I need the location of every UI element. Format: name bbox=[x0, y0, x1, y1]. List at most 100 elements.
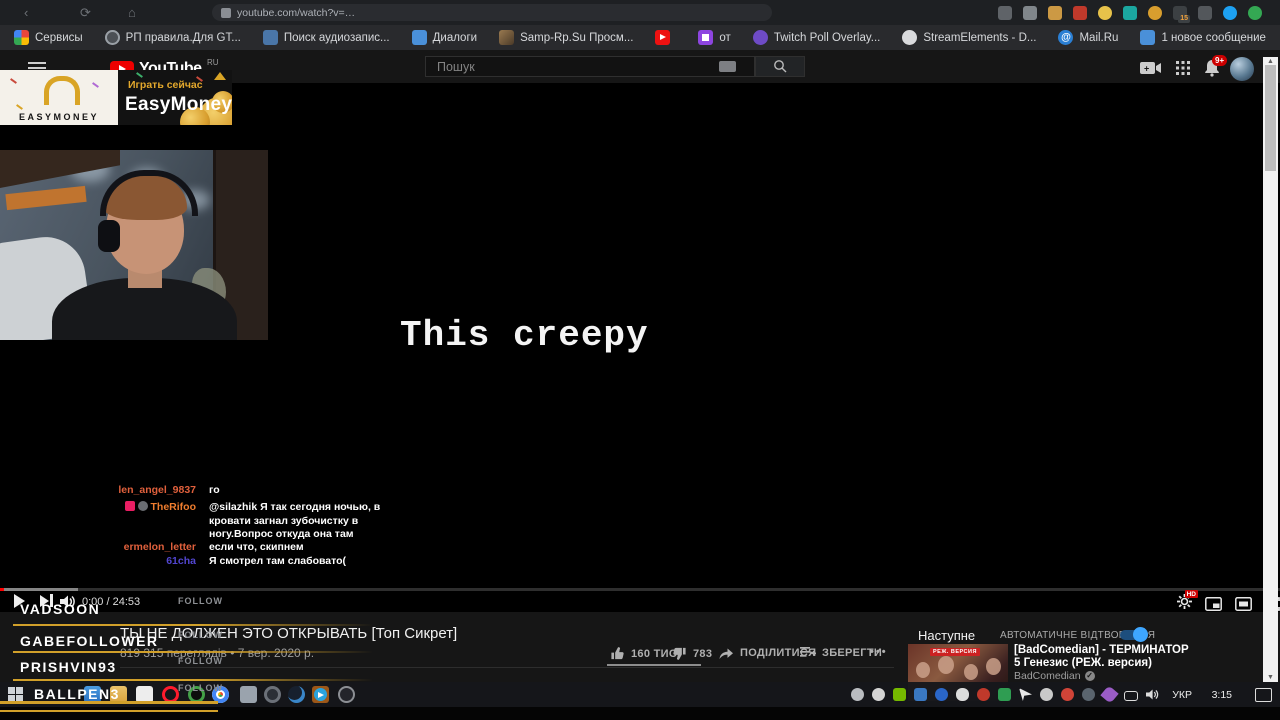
progress-bar[interactable] bbox=[0, 588, 1280, 591]
progress-buffered bbox=[0, 588, 78, 591]
reload-icon[interactable]: ⟳ bbox=[80, 0, 91, 25]
gold-line bbox=[0, 710, 218, 712]
card-app-icon[interactable] bbox=[240, 686, 257, 703]
avatar[interactable] bbox=[1230, 57, 1254, 81]
notification-badge: 9+ bbox=[1212, 55, 1228, 66]
search-button[interactable] bbox=[755, 56, 805, 77]
scrollbar[interactable]: ▲ ▼ bbox=[1263, 57, 1278, 682]
bookmark-item-rp-rules[interactable]: РП правила.Для GT... bbox=[104, 30, 241, 45]
dislike-button[interactable]: 783 bbox=[672, 646, 712, 661]
extension-icon-badge[interactable]: 15 bbox=[1173, 6, 1190, 23]
headphones-tray-icon[interactable] bbox=[851, 688, 864, 701]
crown-icon bbox=[214, 72, 226, 80]
extension-icon[interactable] bbox=[1023, 6, 1037, 20]
search-input[interactable] bbox=[435, 58, 719, 75]
extension-icon[interactable] bbox=[998, 6, 1012, 20]
chat-username[interactable]: TheRifoo bbox=[151, 501, 197, 513]
bookmark-item-services[interactable]: Сервисы bbox=[14, 30, 83, 45]
search-icon bbox=[773, 60, 786, 73]
bookmark-item-youtube[interactable] bbox=[655, 30, 676, 45]
bookmark-item-new-message[interactable]: 1 новое сообщение bbox=[1140, 30, 1266, 45]
settings-button[interactable]: HD bbox=[1177, 590, 1198, 614]
scrollbar-thumb[interactable] bbox=[1265, 65, 1276, 171]
ad-banner[interactable]: EASYMONEY Играть сейчас EasyMoney bbox=[0, 70, 232, 125]
extension-icon[interactable] bbox=[1123, 6, 1137, 20]
bookmark-item-dialogs[interactable]: Диалоги bbox=[411, 30, 477, 45]
ad-banner-right: Играть сейчас EasyMoney bbox=[118, 70, 232, 125]
red-tray-icon[interactable] bbox=[1061, 688, 1074, 701]
green-tray-icon[interactable] bbox=[998, 688, 1011, 701]
url-text[interactable]: youtube.com/watch?v=… bbox=[237, 7, 355, 19]
extension-icon[interactable] bbox=[1098, 6, 1112, 20]
camera-tray-icon[interactable] bbox=[1040, 688, 1053, 701]
sub-badge-icon bbox=[124, 501, 135, 511]
bookmark-item-streamelements[interactable]: StreamElements - D... bbox=[902, 30, 1036, 45]
start-button[interactable] bbox=[8, 687, 23, 702]
xbox-icon[interactable] bbox=[872, 688, 885, 701]
streamelements-icon bbox=[902, 30, 918, 45]
search-box[interactable] bbox=[425, 56, 755, 77]
extension-icon[interactable] bbox=[1148, 6, 1162, 20]
record-icon[interactable] bbox=[977, 688, 990, 701]
follow-label: FOLLOW bbox=[178, 630, 223, 640]
autoplay-toggle[interactable] bbox=[1120, 627, 1148, 642]
steam-icon[interactable] bbox=[288, 686, 305, 703]
nvidia-icon[interactable] bbox=[893, 688, 906, 701]
cursor-icon[interactable] bbox=[1019, 688, 1032, 701]
follower-name: BALLPEN3 bbox=[34, 686, 120, 702]
chat-username[interactable]: ermelon_letter bbox=[0, 541, 196, 555]
bookmark-item-ot[interactable]: от bbox=[698, 30, 731, 45]
chat-username[interactable]: len_angel_9837 bbox=[0, 484, 196, 498]
ad-cta[interactable]: Играть сейчас bbox=[128, 79, 203, 91]
svg-text:+: + bbox=[1144, 64, 1149, 74]
circle-tray-icon[interactable] bbox=[935, 688, 948, 701]
back-icon[interactable]: ‹ bbox=[24, 0, 28, 25]
scroll-down-icon[interactable]: ▼ bbox=[1263, 674, 1278, 681]
clock[interactable]: 3:15 bbox=[1212, 689, 1232, 701]
telegram-icon[interactable] bbox=[312, 686, 329, 703]
webcam-app-icon[interactable] bbox=[264, 686, 281, 703]
obs-icon[interactable] bbox=[338, 686, 355, 703]
volume-tray-icon[interactable] bbox=[1146, 688, 1160, 701]
pen-icon[interactable] bbox=[1100, 685, 1119, 704]
theater-mode-icon[interactable] bbox=[1235, 597, 1252, 611]
action-center-icon[interactable] bbox=[1255, 688, 1272, 702]
suggested-video-title-line2[interactable]: 5 Генезис (РЕЖ. версия) bbox=[1014, 657, 1152, 669]
thumb-down-icon bbox=[673, 647, 686, 660]
easymoney-side-label: EASYMONEY bbox=[18, 112, 99, 122]
notifications-button[interactable]: 9+ bbox=[1204, 55, 1228, 82]
like-button[interactable]: 160 ТИС. bbox=[610, 646, 680, 661]
follower-name: GABEFOLLOWER bbox=[20, 633, 159, 649]
home-icon[interactable]: ⌂ bbox=[128, 0, 136, 25]
chat-username[interactable]: 61cha bbox=[0, 555, 196, 569]
hd-badge: HD bbox=[1184, 590, 1198, 598]
language-indicator[interactable]: УКР bbox=[1172, 689, 1192, 701]
scroll-up-icon[interactable]: ▲ bbox=[1263, 58, 1278, 65]
miniplayer-icon[interactable] bbox=[1205, 597, 1222, 611]
keyboard-icon[interactable] bbox=[719, 61, 736, 72]
bookmark-item-mailru[interactable]: Mail.Ru bbox=[1058, 30, 1118, 45]
blue-app-tray-icon[interactable] bbox=[914, 688, 927, 701]
mic-icon[interactable] bbox=[956, 688, 969, 701]
network-icon[interactable] bbox=[1124, 690, 1138, 701]
suggested-video-channel[interactable]: BadComedian ✓ bbox=[1014, 670, 1095, 682]
ad-brand[interactable]: EasyMoney bbox=[125, 94, 232, 116]
bookmark-item-twitch-poll[interactable]: Twitch Poll Overlay... bbox=[752, 30, 880, 45]
apps-grid-icon bbox=[1176, 61, 1190, 75]
extension-icon[interactable] bbox=[1048, 6, 1062, 20]
create-video-button[interactable]: + bbox=[1140, 61, 1162, 80]
follow-label: FOLLOW bbox=[178, 656, 223, 666]
suggested-video-title[interactable]: [BadComedian] - ТЕРМИНАТОР bbox=[1014, 644, 1189, 656]
apps-button[interactable] bbox=[1176, 61, 1190, 80]
twitter-extension-icon[interactable] bbox=[1223, 6, 1237, 20]
browser-avatar[interactable] bbox=[1248, 6, 1262, 20]
extension-icon[interactable] bbox=[1198, 6, 1212, 20]
bookmark-item-audio-search[interactable]: Поиск аудиозапис... bbox=[262, 30, 390, 45]
bookmark-item-samp[interactable]: Samp-Rp.Su Просм... bbox=[499, 30, 633, 45]
extension-icon[interactable] bbox=[1073, 6, 1087, 20]
more-button[interactable]: ••• bbox=[870, 646, 888, 658]
ad-banner-left: EASYMONEY bbox=[0, 70, 118, 125]
address-bar[interactable]: youtube.com/watch?v=… bbox=[212, 4, 772, 21]
steam-tray-icon[interactable] bbox=[1082, 688, 1095, 701]
chat-message: 61cha Я смотрел там слабовато( bbox=[0, 555, 430, 569]
